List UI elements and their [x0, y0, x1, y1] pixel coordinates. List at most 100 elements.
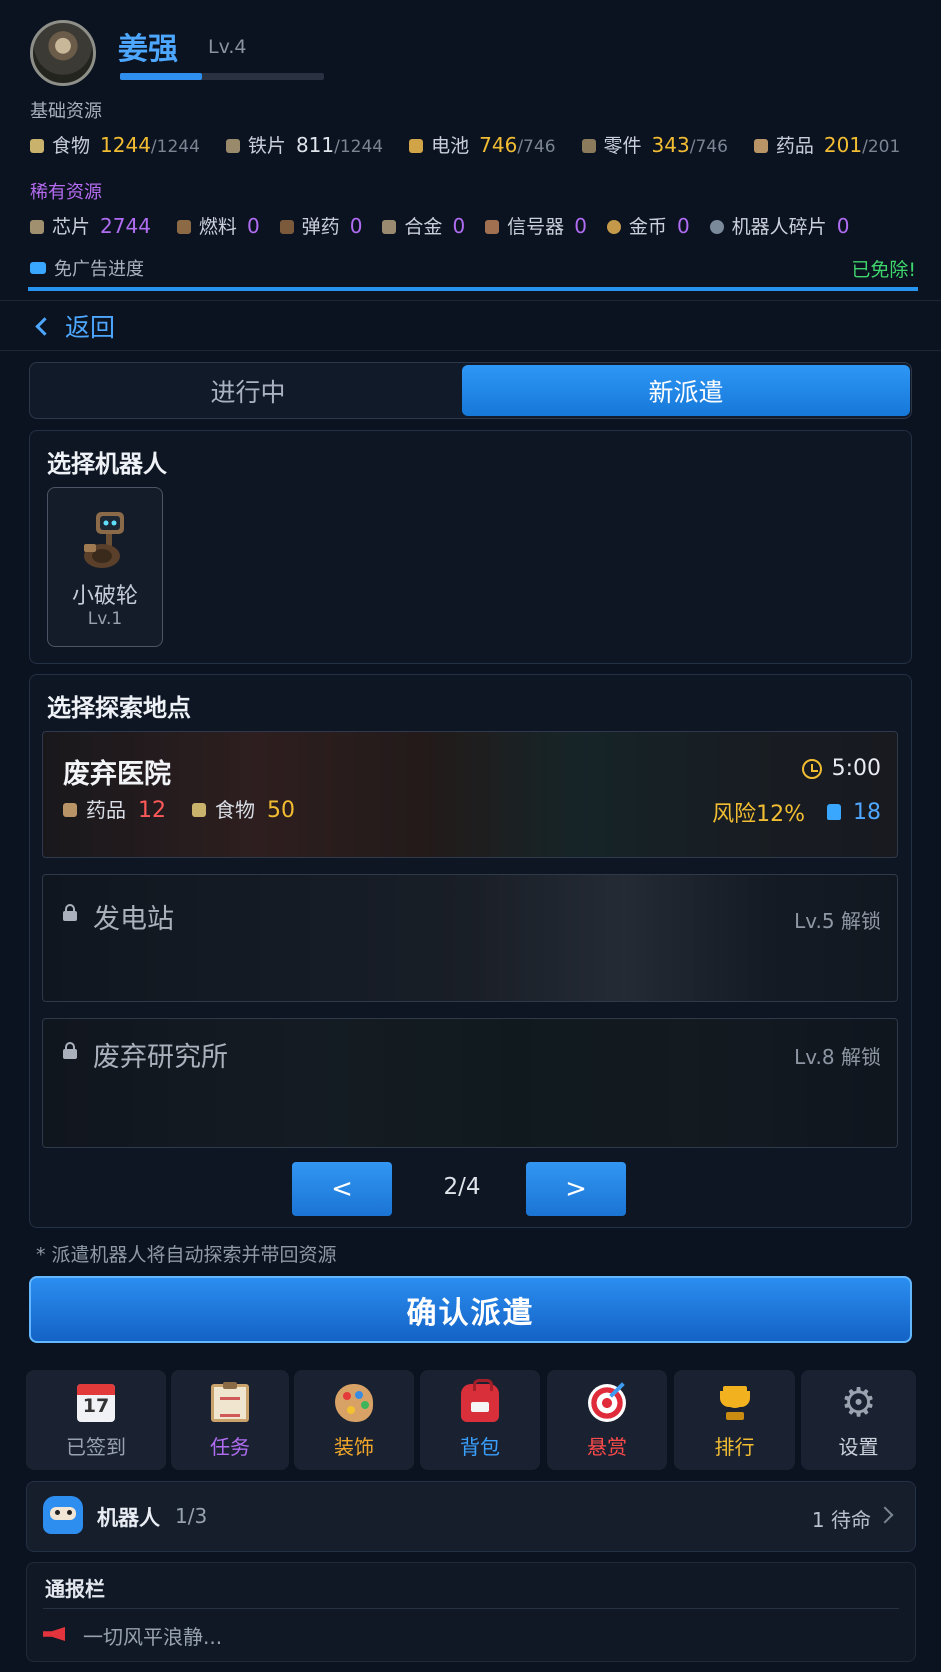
- resource-value: 0: [574, 214, 587, 238]
- nav-checkin-button[interactable]: 已签到: [26, 1370, 166, 1470]
- resource-name: 零件: [603, 135, 642, 157]
- resource-max: /1244: [334, 137, 384, 157]
- prev-page-button[interactable]: <: [292, 1162, 392, 1216]
- rare-resources-row: 芯片 2744 燃料 0 弹药 0 合金 0 信号器 0 金币 0 机器人碎片 0: [30, 212, 875, 239]
- dispatch-tabs: 进行中 新派遣: [29, 362, 912, 419]
- resource-name: 机器人碎片: [731, 216, 827, 238]
- back-label: 返回: [65, 313, 116, 342]
- risk-value: 风险12%: [712, 802, 805, 827]
- location-card-abandoned-hospital[interactable]: 废弃医院 5:00 药品 12 食物 50 风险12% 18: [42, 731, 898, 858]
- news-panel: 通报栏 一切风平浪静...: [26, 1562, 916, 1662]
- tab-in-progress[interactable]: 进行中: [32, 365, 464, 416]
- nav-backpack-button[interactable]: 背包: [420, 1370, 540, 1470]
- resource-max: /746: [517, 137, 556, 157]
- nav-decoration-button[interactable]: 装饰: [294, 1370, 414, 1470]
- resource-max: /1244: [150, 137, 200, 157]
- nav-label: 悬赏: [587, 1435, 627, 1459]
- clock-icon: [801, 758, 822, 779]
- robot-select-title: 选择机器人: [47, 450, 167, 478]
- location-name: 废弃研究所: [93, 1042, 228, 1073]
- ad-icon: [30, 262, 46, 274]
- robot-requirement-icon: [827, 804, 841, 820]
- resource-medicine: 药品 201/201: [753, 131, 900, 158]
- resource-name: 药品: [775, 135, 814, 157]
- nav-label: 装饰: [334, 1435, 374, 1459]
- robot-status-bar[interactable]: 机器人 1/3 1 待命: [26, 1481, 916, 1552]
- basic-resources-row: 食物 1244/1244 铁片 811/1244 电池 746/746 零件 343/7…: [30, 131, 926, 158]
- nav-bounty-button[interactable]: 悬赏: [547, 1370, 667, 1470]
- dispatch-timer: 5:00: [801, 756, 881, 781]
- page-indicator: 2/4: [443, 1174, 481, 1200]
- news-message: 一切风平浪静...: [83, 1625, 223, 1649]
- robot-requirement-value: 18: [853, 799, 881, 825]
- confirm-dispatch-button[interactable]: 确认派遣: [29, 1276, 912, 1343]
- ad-progress-label: 免广告进度: [54, 259, 144, 280]
- backpack-icon: [461, 1379, 499, 1422]
- resource-value: 746: [479, 133, 518, 157]
- news-title: 通报栏: [45, 1577, 105, 1601]
- nav-label: 背包: [460, 1435, 500, 1459]
- divider: [43, 1608, 899, 1609]
- resource-signal: 信号器 0: [485, 212, 587, 239]
- location-name: 发电站: [93, 904, 174, 935]
- battery-icon: [409, 139, 424, 153]
- resource-name: 铁片: [247, 135, 286, 157]
- resource-robot-fragment: 机器人碎片 0: [709, 212, 849, 239]
- food-icon: [30, 139, 44, 153]
- resource-name: 芯片: [52, 216, 91, 238]
- robot-card[interactable]: 小破轮 Lv.1: [47, 487, 163, 647]
- location-card-power-station[interactable]: 发电站 Lv.5 解锁: [42, 874, 898, 1002]
- robot-icon: [43, 1496, 83, 1534]
- nav-tasks-button[interactable]: 任务: [171, 1370, 289, 1470]
- resource-parts: 零件 343/746: [581, 131, 728, 158]
- ad-free-progress: 免广告进度: [30, 255, 144, 281]
- resource-value: 0: [246, 214, 260, 238]
- player-avatar[interactable]: [30, 20, 96, 86]
- nav-ranking-button[interactable]: 排行: [674, 1370, 795, 1470]
- robot-level: Lv.1: [87, 609, 123, 629]
- resource-max: /746: [689, 137, 728, 157]
- nav-label: 设置: [838, 1435, 879, 1459]
- resource-value: 201: [823, 133, 863, 157]
- robot-name: 小破轮: [71, 584, 138, 609]
- food-icon: [192, 803, 206, 817]
- chevron-right-icon: [876, 1506, 894, 1524]
- location-card-abandoned-institute[interactable]: 废弃研究所 Lv.8 解锁: [42, 1018, 898, 1148]
- alloy-icon: [382, 220, 397, 234]
- resource-name: 电池: [431, 135, 470, 157]
- ammo-icon: [279, 220, 294, 234]
- divider: [0, 350, 941, 351]
- resource-food: 食物 1244/1244: [30, 131, 200, 158]
- iron-icon: [225, 139, 240, 153]
- resource-value: 0: [452, 214, 466, 238]
- resource-name: 燃料: [198, 216, 237, 238]
- calendar-icon: [77, 1384, 115, 1422]
- palette-icon: [335, 1384, 373, 1422]
- back-button[interactable]: 返回: [34, 308, 115, 344]
- resource-name: 弹药: [301, 216, 340, 238]
- parts-icon: [581, 139, 596, 153]
- resource-value: 343: [651, 133, 690, 157]
- chip-icon: [30, 220, 44, 234]
- reward-amount: 12: [138, 798, 166, 823]
- signal-icon: [485, 220, 500, 234]
- xp-progress-fill: [120, 73, 202, 80]
- robot-idle-count: 1 待命: [811, 1508, 871, 1532]
- nav-settings-button[interactable]: 设置: [801, 1370, 916, 1470]
- trophy-icon: [716, 1384, 754, 1422]
- target-icon: [588, 1384, 626, 1422]
- robot-fragment-icon: [709, 220, 724, 234]
- divider: [0, 300, 941, 301]
- reward-amount: 50: [267, 798, 295, 823]
- resource-name: 金币: [628, 216, 667, 238]
- resource-iron: 铁片 811/1244: [225, 131, 384, 158]
- ad-progress-bar: [28, 287, 918, 291]
- dispatch-hint: * 派遣机器人将自动探索并带回资源: [36, 1244, 337, 1266]
- next-page-button[interactable]: >: [526, 1162, 626, 1216]
- location-name: 废弃医院: [63, 759, 171, 790]
- tab-new-dispatch[interactable]: 新派遣: [462, 365, 910, 416]
- reward-name: 食物: [215, 798, 255, 822]
- nav-label: 排行: [714, 1435, 755, 1459]
- resource-coin: 金币 0: [606, 212, 690, 239]
- xp-progress-bar: [120, 73, 324, 80]
